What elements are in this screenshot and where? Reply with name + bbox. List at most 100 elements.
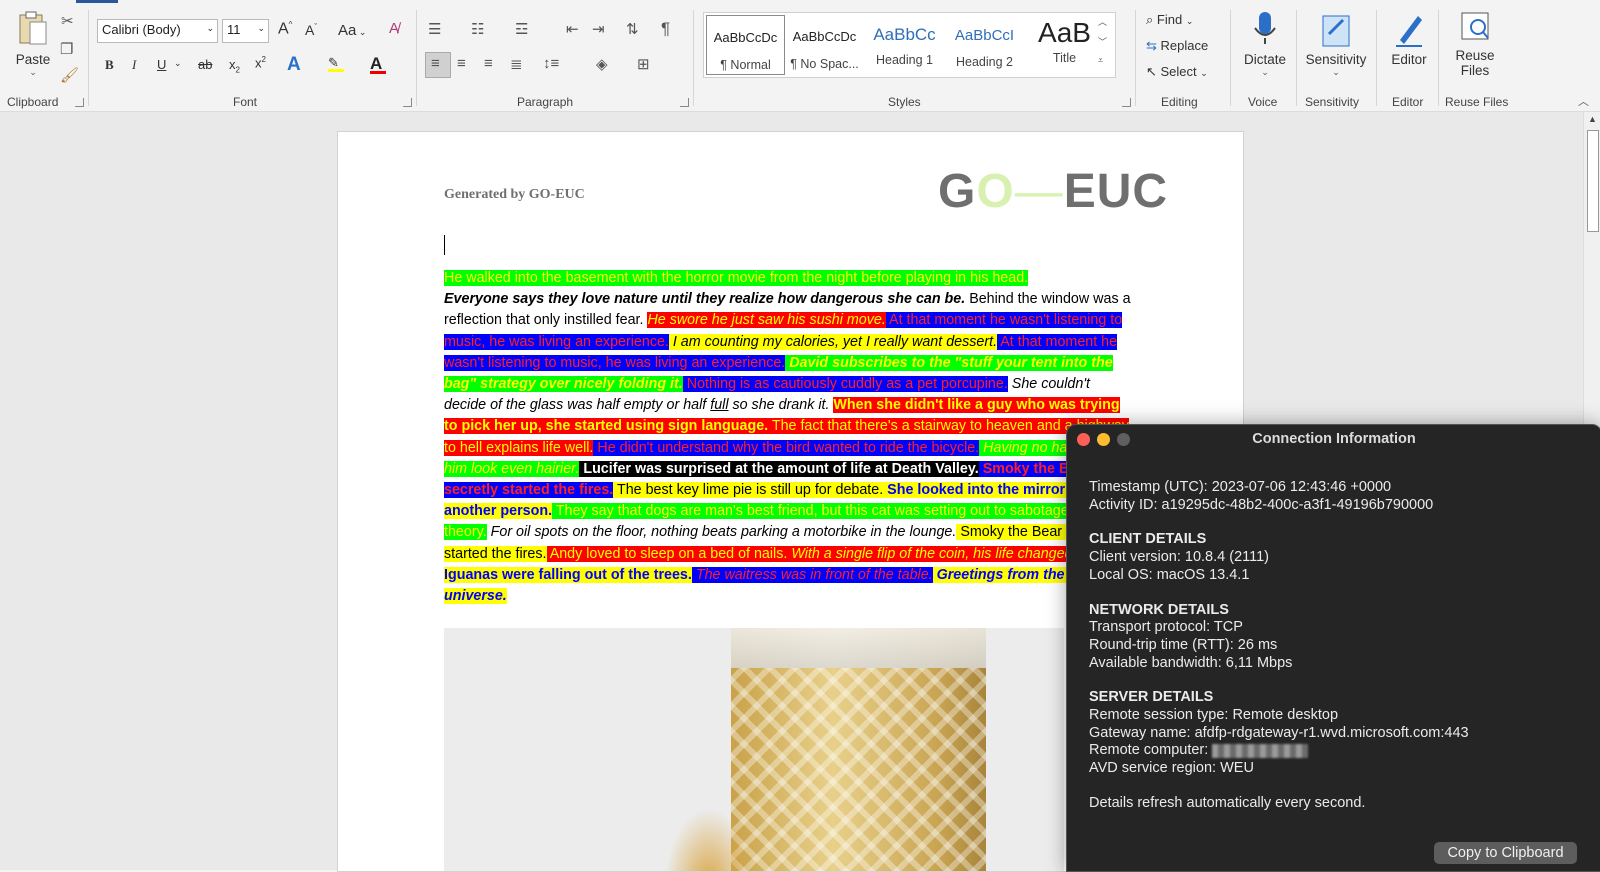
- dictate-button[interactable]: Dictate ⌄: [1240, 10, 1290, 78]
- shrink-font-icon[interactable]: Aˇ: [305, 22, 317, 38]
- scrollbar-thumb[interactable]: [1587, 130, 1599, 232]
- text-segment: The waitress was in front of the table.: [691, 566, 933, 583]
- styles-gallery: AaBbCcDc ¶ Normal AaBbCcDc ¶ No Spac... …: [703, 12, 1116, 78]
- font-name-dropdown[interactable]: Calibri (Body) ⌄: [97, 19, 218, 43]
- reuse-files-button[interactable]: Reuse Files: [1447, 10, 1503, 78]
- collapse-ribbon-icon[interactable]: ︿: [1578, 93, 1589, 109]
- paste-label: Paste: [15, 52, 51, 67]
- text-segment: The best key lime pie is still up for de…: [613, 482, 884, 499]
- sensitivity-button[interactable]: Sensitivity ⌄: [1303, 10, 1369, 78]
- styles-launcher-icon[interactable]: [1122, 98, 1131, 107]
- sensitivity-group-label: Sensitivity: [1305, 95, 1360, 109]
- shading-icon[interactable]: ◈: [596, 55, 608, 73]
- divider: [88, 10, 89, 106]
- document-header-text: Generated by GO-EUC: [444, 187, 585, 202]
- style-heading-1[interactable]: AaBbCc Heading 1: [866, 15, 943, 75]
- align-right-icon[interactable]: ≡: [484, 55, 493, 72]
- document-image[interactable]: [444, 628, 1064, 871]
- replace-button[interactable]: ⇆ Replace: [1146, 38, 1208, 54]
- editor-pen-icon: [1396, 16, 1422, 47]
- replace-label: Replace: [1160, 38, 1209, 53]
- font-launcher-icon[interactable]: [403, 98, 412, 107]
- bold-icon[interactable]: B: [105, 57, 114, 73]
- select-button[interactable]: ↖ Select ⌄: [1146, 64, 1208, 80]
- chevron-down-icon: ⌄: [206, 23, 214, 33]
- change-case-button[interactable]: Aa ⌄: [338, 22, 366, 39]
- more-styles-icon[interactable]: ⩡: [1098, 55, 1103, 66]
- clear-formatting-icon[interactable]: A̸: [389, 20, 399, 37]
- increase-indent-icon[interactable]: ⇥: [592, 20, 605, 38]
- style-title[interactable]: AaB Title: [1026, 15, 1103, 75]
- zoom-window-icon[interactable]: [1117, 433, 1130, 446]
- clipboard-launcher-icon[interactable]: [75, 98, 84, 107]
- transport-protocol-text: Transport protocol: TCP: [1089, 619, 1243, 636]
- sort-icon[interactable]: ⇅: [626, 20, 639, 38]
- style-sample: AaBbCcI: [954, 27, 1015, 44]
- font-size-dropdown[interactable]: 11 ⌄: [222, 19, 269, 43]
- chevron-down-icon[interactable]: ⌄: [174, 58, 182, 69]
- style-sample: AaBbCc: [873, 25, 936, 44]
- clipboard-group-label: Clipboard: [7, 95, 59, 109]
- font-size-value: 11: [227, 22, 241, 37]
- document-paragraph[interactable]: He walked into the basement with the hor…: [444, 268, 1134, 607]
- show-formatting-icon[interactable]: ¶: [661, 19, 670, 39]
- paste-button[interactable]: Paste ⌄: [14, 10, 52, 78]
- subscript-icon[interactable]: x2: [229, 57, 240, 75]
- style-sample: AaBbCcDc: [713, 30, 778, 45]
- style-normal[interactable]: AaBbCcDc ¶ Normal: [706, 15, 785, 75]
- grow-font-icon[interactable]: A^: [278, 20, 292, 38]
- microphone-icon: [1254, 12, 1276, 44]
- dialog-titlebar: Connection Information: [1252, 431, 1416, 447]
- client-details-heading: CLIENT DETAILS: [1089, 531, 1207, 548]
- text-segment: full: [710, 397, 729, 414]
- find-button[interactable]: ⌕ Find ⌄: [1146, 12, 1193, 28]
- strikethrough-icon[interactable]: ab: [198, 57, 212, 72]
- multilevel-list-icon[interactable]: ☲: [515, 20, 528, 38]
- connection-info-dialog: Connection Information Timestamp (UTC): …: [1066, 424, 1600, 872]
- divider: [1438, 10, 1439, 106]
- font-color-icon[interactable]: A: [370, 54, 386, 74]
- format-painter-icon[interactable]: 🖌: [60, 66, 79, 84]
- sensitivity-icon: [1322, 15, 1350, 47]
- minimize-window-icon[interactable]: [1097, 433, 1110, 446]
- numbering-icon[interactable]: ☷: [471, 20, 484, 38]
- scroll-up-icon[interactable]: ︿: [1098, 15, 1107, 28]
- bullets-icon[interactable]: ☰: [428, 20, 441, 38]
- scroll-up-arrow-icon[interactable]: ▲: [1588, 114, 1597, 124]
- style-sample: AaBbCcDc: [792, 29, 857, 44]
- text-cursor: [444, 235, 445, 255]
- style-no-spacing[interactable]: AaBbCcDc ¶ No Spac...: [786, 15, 863, 75]
- logo-o: O: [976, 165, 1015, 218]
- chevron-down-icon: ⌄: [257, 23, 265, 33]
- style-name: Title: [1052, 51, 1077, 65]
- justify-icon[interactable]: ≣: [510, 55, 523, 73]
- align-left-button[interactable]: ≡: [425, 52, 451, 78]
- remote-computer-label: Remote computer:: [1089, 742, 1213, 759]
- timestamp-text: Timestamp (UTC): 2023-07-06 12:43:46 +00…: [1089, 479, 1392, 495]
- text-segment: Everyone says they love nature until the…: [444, 291, 966, 308]
- align-center-icon[interactable]: ≡: [457, 55, 466, 72]
- paragraph-launcher-icon[interactable]: [680, 98, 689, 107]
- cut-icon[interactable]: ✂: [61, 12, 74, 30]
- superscript-icon[interactable]: x2: [255, 55, 266, 70]
- editor-button[interactable]: Editor: [1386, 10, 1432, 67]
- sensitivity-label: Sensitivity: [1305, 52, 1367, 67]
- copy-icon[interactable]: ❐: [60, 40, 73, 58]
- text-effects-icon[interactable]: A: [287, 54, 301, 76]
- text-segment: Iguanas were falling out of the trees.: [444, 566, 692, 583]
- paste-icon: [19, 11, 47, 45]
- close-window-icon[interactable]: [1077, 433, 1090, 446]
- underline-icon[interactable]: U: [157, 57, 166, 72]
- copy-to-clipboard-button[interactable]: Copy to Clipboard: [1434, 842, 1577, 864]
- italic-icon[interactable]: I: [132, 57, 136, 73]
- highlight-color-icon[interactable]: ✎: [328, 55, 344, 72]
- style-heading-2[interactable]: AaBbCcI Heading 2: [946, 15, 1023, 75]
- borders-icon[interactable]: ⊞: [637, 55, 650, 73]
- server-details-heading: SERVER DETAILS: [1089, 689, 1214, 706]
- search-icon: ⌕: [1146, 12, 1157, 27]
- decrease-indent-icon[interactable]: ⇤: [566, 20, 579, 38]
- session-type-text: Remote session type: Remote desktop: [1089, 707, 1339, 724]
- line-spacing-icon[interactable]: ↕≡: [543, 55, 559, 72]
- scroll-down-icon[interactable]: ﹀: [1098, 35, 1107, 48]
- paste-chevron-icon[interactable]: ⌄: [14, 67, 52, 78]
